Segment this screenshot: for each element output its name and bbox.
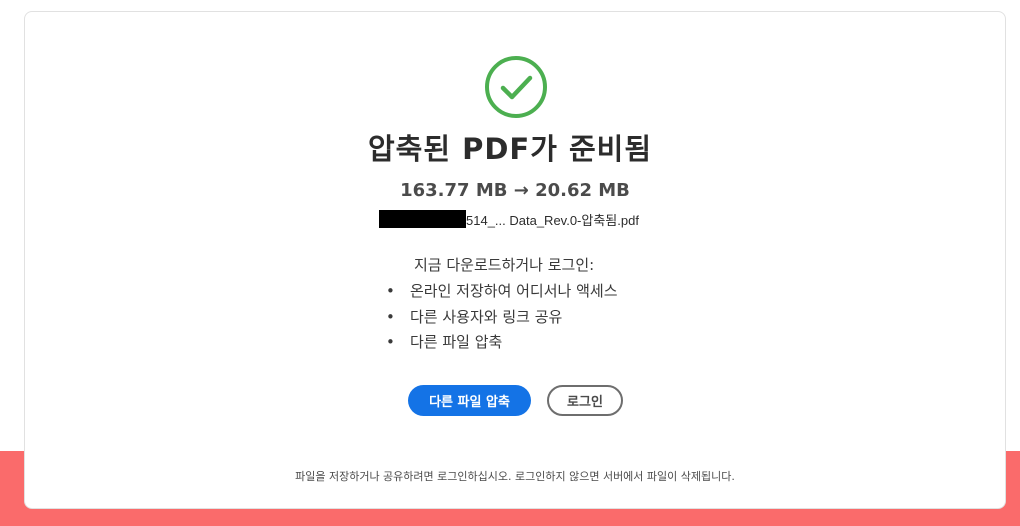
file-row: 514_... Data_Rev.0-압축됨.pdf [379,210,639,228]
bullet-icon: • [386,333,395,351]
check-circle-icon [485,56,547,118]
benefit-text: 다른 사용자와 링크 공유 [410,307,563,326]
login-button[interactable]: 로그인 [547,385,623,416]
bullet-icon: • [386,307,395,326]
benefit-text: 온라인 저장하여 어디서나 액세스 [410,282,618,300]
size-change: 163.77 MB → 20.62 MB [400,180,630,201]
list-item: • 온라인 저장하여 어디서나 액세스 [386,280,618,306]
page-title: 압축된 PDF가 준비됨 [367,132,653,166]
compress-another-button[interactable]: 다른 파일 압축 [408,385,531,416]
list-item: • 다른 파일 압축 [386,331,618,357]
file-name: 514_... Data_Rev.0-압축됨.pdf [466,212,639,228]
redacted-block [379,210,466,228]
benefit-list: • 온라인 저장하여 어디서나 액세스 • 다른 사용자와 링크 공유 • 다른 파일… [386,280,618,357]
benefit-text: 다른 파일 압축 [410,333,503,351]
bullet-icon: • [386,282,395,300]
footer-note: 파일을 저장하거나 공유하려면 로그인하십시오. 로그인하지 않으면 서버에서 … [295,470,735,483]
list-item: • 다른 사용자와 링크 공유 [386,306,618,332]
login-prompt: 지금 다운로드하거나 로그인: [414,256,595,274]
